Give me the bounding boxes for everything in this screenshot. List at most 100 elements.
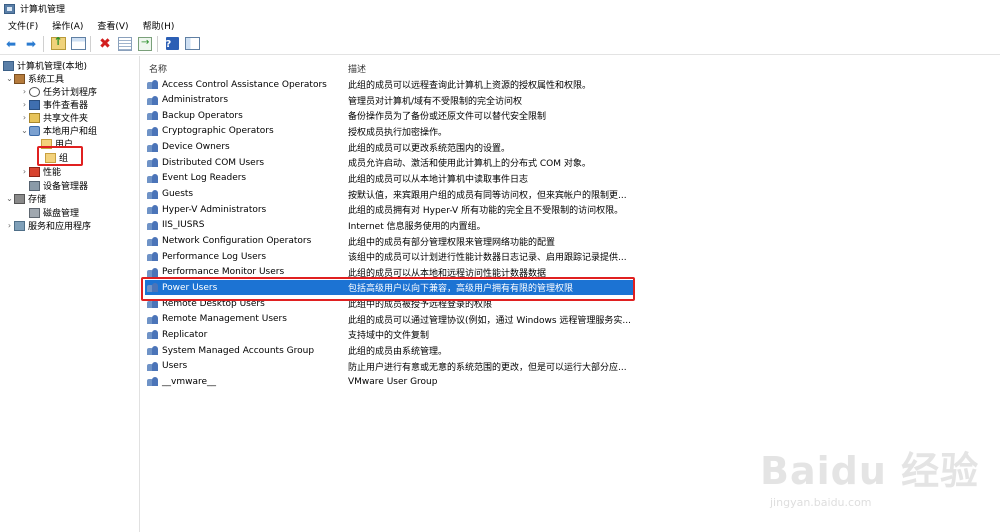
group-row[interactable]: System Managed Accounts Group 此组的成员由系统管理。: [145, 343, 635, 358]
navigation-tree: 计算机管理(本地) ⌄ 系统工具 › 任务计划程序 › 事件查看器 › 共享文件…: [0, 56, 140, 532]
disk-icon: [29, 207, 40, 218]
group-icon: [147, 173, 159, 184]
group-row[interactable]: Replicator 支持域中的文件复制: [145, 327, 635, 342]
toolbar-separator: [157, 35, 158, 52]
group-description: 此组的成员拥有对 Hyper-V 所有功能的完全且不受限制的访问权限。: [348, 206, 624, 217]
collapse-icon[interactable]: ⌄: [5, 194, 14, 203]
group-row[interactable]: Distributed COM Users 成员允许启动、激活和使用此计算机上的分…: [145, 155, 635, 170]
group-description: 防止用户进行有意或无意的系统范围的更改，但是可以运行大部分应...: [348, 362, 627, 373]
help-icon[interactable]: ?: [164, 36, 180, 52]
computer-management-icon: [4, 3, 15, 14]
group-row[interactable]: Backup Operators 备份操作员为了备份或还原文件可以替代安全限制: [145, 108, 635, 123]
expand-icon[interactable]: ›: [20, 113, 29, 122]
group-name: Hyper-V Administrators: [162, 204, 267, 215]
up-icon[interactable]: [50, 34, 66, 52]
menu-view[interactable]: 查看(V): [97, 19, 128, 32]
tree-label: 任务计划程序: [43, 88, 98, 98]
group-icon: [147, 79, 159, 90]
computer-icon: [3, 60, 14, 71]
group-icon: [147, 220, 159, 231]
group-description: 按默认值，来宾跟用户组的成员有同等访问权，但来宾帐户的限制更...: [348, 190, 627, 201]
group-row[interactable]: Performance Log Users 该组中的成员可以计划进行性能计数器日志…: [145, 249, 635, 264]
tree-event-viewer[interactable]: › 事件查看器: [20, 98, 88, 111]
tree-storage[interactable]: ⌄ 存储: [5, 192, 46, 205]
group-icon: [147, 204, 159, 215]
group-row[interactable]: __vmware__ VMware User Group: [145, 374, 635, 389]
menu-file[interactable]: 文件(F): [8, 19, 38, 32]
group-row[interactable]: Device Owners 此组的成员可以更改系统范围内的设置。: [145, 140, 635, 155]
toolbar: ⬅ ➡ ✖ ?: [0, 33, 1000, 55]
group-row[interactable]: IIS_IUSRS Internet 信息服务使用的内置组。: [145, 218, 635, 233]
services-icon: [14, 220, 25, 231]
menu-action[interactable]: 操作(A): [52, 19, 83, 32]
group-description: Internet 信息服务使用的内置组。: [348, 221, 486, 232]
collapse-icon[interactable]: ⌄: [5, 74, 14, 83]
group-row[interactable]: Hyper-V Administrators 此组的成员拥有对 Hyper-V 所…: [145, 202, 635, 217]
tree-system-tools[interactable]: ⌄ 系统工具: [5, 72, 64, 85]
tree-performance[interactable]: › 性能: [20, 165, 61, 178]
column-header-name[interactable]: 名称: [149, 62, 167, 75]
tree-services-apps[interactable]: › 服务和应用程序: [5, 219, 91, 232]
group-icon: [147, 361, 159, 372]
menu-help[interactable]: 帮助(H): [143, 19, 175, 32]
tree-disk-management[interactable]: 磁盘管理: [29, 206, 79, 219]
expand-icon[interactable]: ›: [20, 100, 29, 109]
tree-shared-folders[interactable]: › 共享文件夹: [20, 111, 88, 124]
group-icon: [147, 110, 159, 121]
group-name: Guests: [162, 189, 194, 200]
event-viewer-icon: [29, 99, 40, 110]
group-description: 此组中的成员有部分管理权限来管理网络功能的配置: [348, 237, 556, 248]
group-row[interactable]: Access Control Assistance Operators 此组的成员…: [145, 77, 635, 92]
forward-icon[interactable]: ➡: [23, 36, 39, 52]
group-name: __vmware__: [162, 376, 217, 387]
tree-task-scheduler[interactable]: › 任务计划程序: [20, 85, 97, 98]
expand-icon[interactable]: ›: [5, 221, 14, 230]
group-description: 此组的成员可以远程查询此计算机上资源的授权属性和权限。: [348, 81, 592, 91]
expand-icon[interactable]: ›: [20, 167, 29, 176]
tree-label: 系统工具: [28, 75, 65, 85]
group-description: 此组的成员可以更改系统范围内的设置。: [348, 143, 511, 154]
show-hide-tree-icon[interactable]: [70, 36, 86, 52]
menu-bar: 文件(F) 操作(A) 查看(V) 帮助(H): [0, 17, 1000, 33]
group-name: Performance Monitor Users: [162, 267, 285, 278]
group-icon: [147, 236, 159, 247]
group-row[interactable]: Users 防止用户进行有意或无意的系统范围的更改，但是可以运行大部分应...: [145, 359, 635, 374]
tree-root[interactable]: 计算机管理(本地): [3, 59, 87, 72]
tree-local-users-groups[interactable]: ⌄ 本地用户和组: [20, 124, 97, 137]
highlight-box-groups: [37, 146, 83, 166]
group-icon: [147, 189, 159, 200]
delete-icon[interactable]: ✖: [97, 36, 113, 52]
group-row[interactable]: Remote Management Users 此组的成员可以通过管理协议(例如，…: [145, 312, 635, 327]
group-name: Users: [162, 361, 188, 372]
properties-icon[interactable]: [117, 36, 133, 52]
back-icon[interactable]: ⬅: [3, 36, 19, 52]
group-row[interactable]: Event Log Readers 此组的成员可以从本地计算机中读取事件日志: [145, 171, 635, 186]
group-name: Replicator: [162, 329, 208, 340]
collapse-icon[interactable]: ⌄: [20, 126, 29, 135]
group-name: Remote Management Users: [162, 314, 287, 325]
group-description: 此组的成员可以从本地计算机中读取事件日志: [348, 174, 529, 185]
group-row[interactable]: Guests 按默认值，来宾跟用户组的成员有同等访问权，但来宾帐户的限制更...: [145, 187, 635, 202]
column-header-description[interactable]: 描述: [348, 62, 366, 75]
group-description: 此组的成员由系统管理。: [348, 347, 448, 358]
group-icon: [147, 142, 159, 153]
expand-icon[interactable]: ›: [20, 87, 29, 96]
group-description: 此组的成员可以通过管理协议(例如，通过 Windows 远程管理服务实...: [348, 315, 631, 326]
group-row[interactable]: Network Configuration Operators 此组中的成员有部分…: [145, 234, 635, 249]
group-row[interactable]: Administrators 管理员对计算机/域有不受限制的完全访问权: [145, 93, 635, 108]
group-name: Backup Operators: [162, 110, 243, 121]
toolbar-separator: [43, 35, 44, 52]
group-name: Device Owners: [162, 142, 230, 153]
tree-label: 事件查看器: [43, 101, 89, 111]
tree-device-manager[interactable]: 设备管理器: [29, 179, 88, 192]
group-description: 授权成员执行加密操作。: [348, 127, 448, 138]
view-icon[interactable]: [184, 36, 200, 52]
watermark-url: jingyan.baidu.com: [770, 496, 872, 509]
group-icon: [147, 95, 159, 106]
group-description: VMware User Group: [348, 376, 438, 387]
shared-folder-icon: [29, 112, 40, 123]
group-description: 该组中的成员可以计划进行性能计数器日志记录、启用跟踪记录提供...: [348, 253, 627, 264]
export-icon[interactable]: [137, 35, 153, 52]
group-row[interactable]: Cryptographic Operators 授权成员执行加密操作。: [145, 124, 635, 139]
group-icon: [147, 376, 159, 387]
